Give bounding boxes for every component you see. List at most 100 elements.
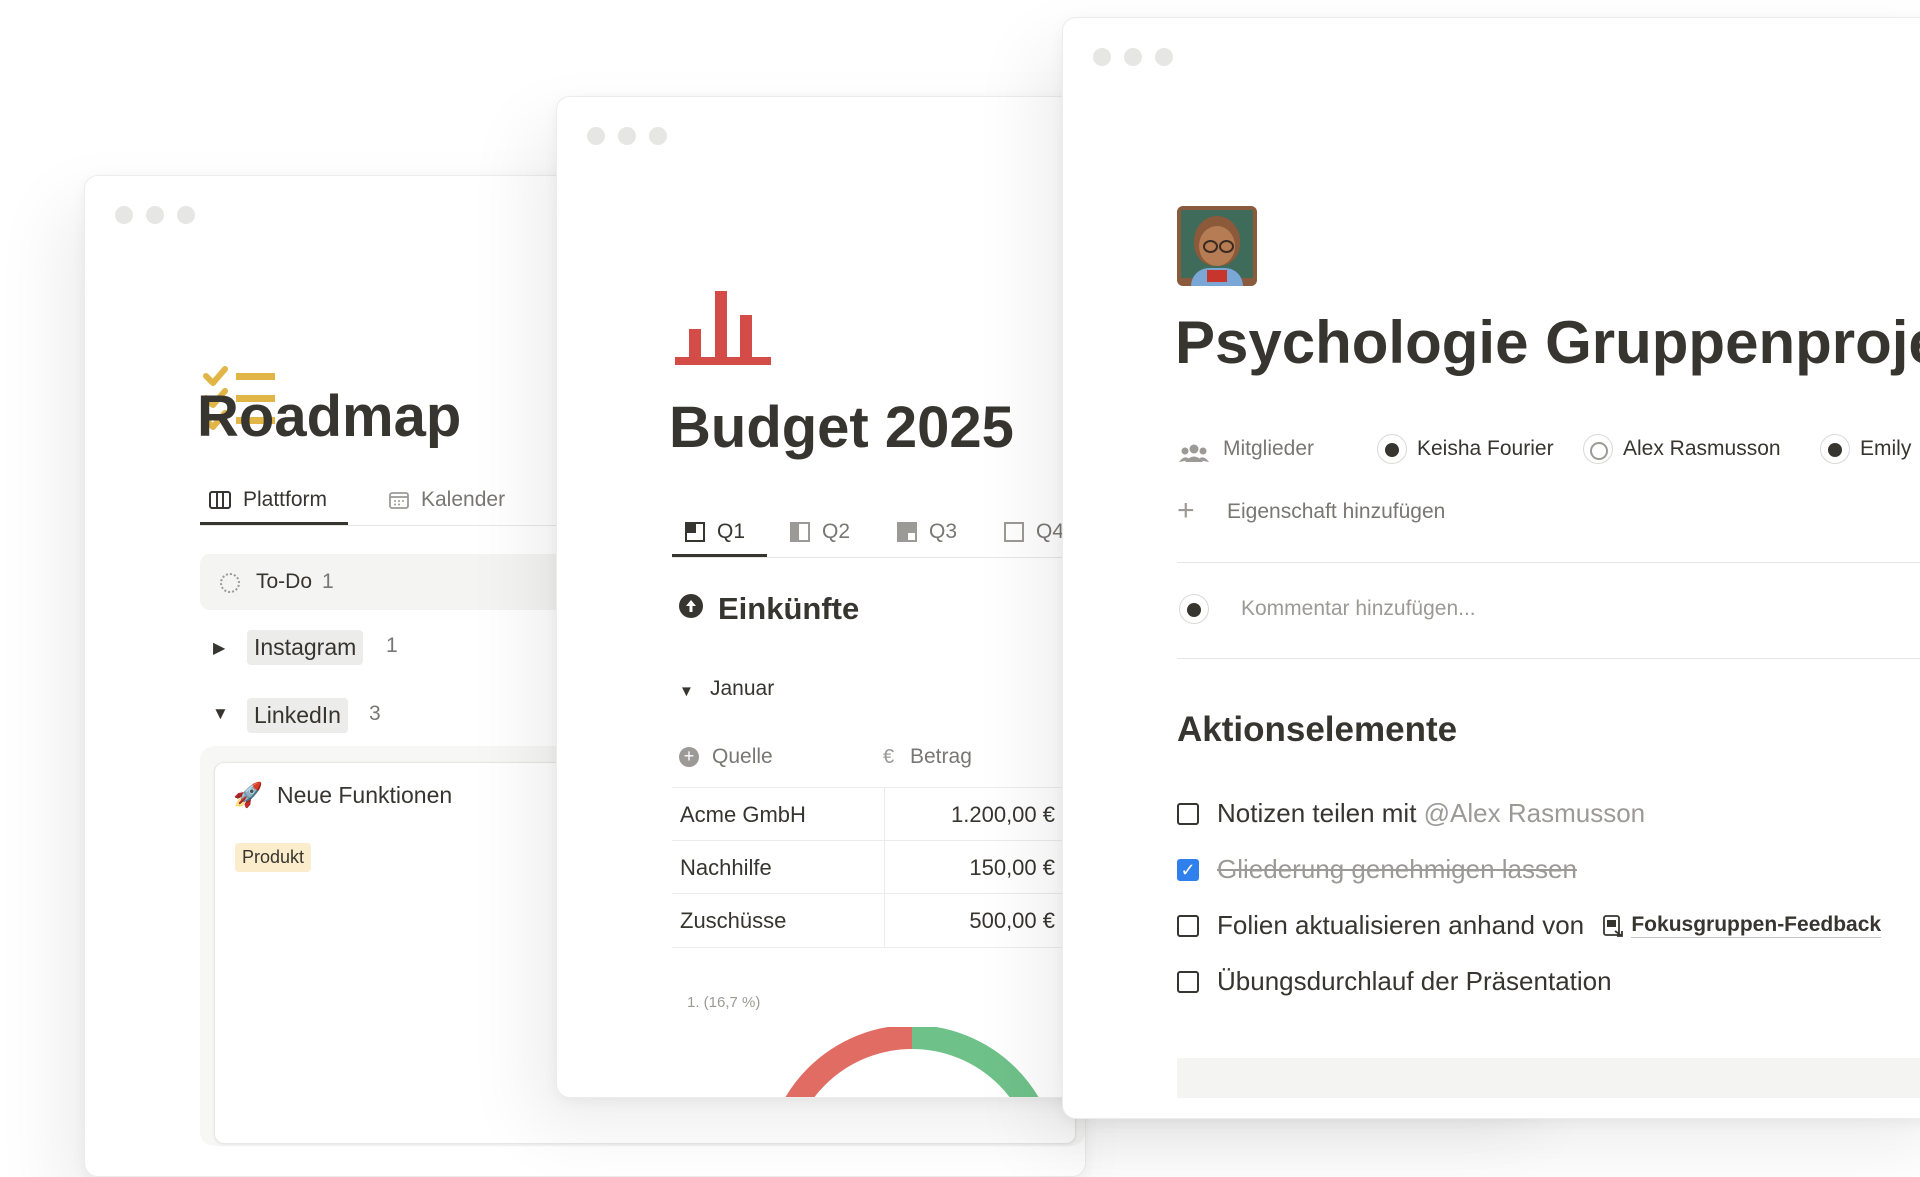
tab-q2[interactable]: Q2 [790,520,850,544]
section-heading: Aktionselemente [1177,710,1458,749]
close-dot[interactable] [115,206,133,224]
member-chip[interactable]: Keisha Fourier [1377,434,1554,464]
minimize-dot[interactable] [146,206,164,224]
member-name: Emily [1860,437,1912,460]
add-property-button[interactable]: Eigenschaft hinzufügen [1227,500,1445,524]
cell-amount: 1.200,00 € [951,802,1055,827]
todo-text: Folien aktualisieren anhand von [1217,910,1592,940]
book-shape [1207,270,1227,282]
maximize-dot[interactable] [177,206,195,224]
cell-divider [884,841,885,894]
section-title: Einkünfte [718,591,860,626]
close-dot[interactable] [587,127,605,145]
rocket-icon: 🚀 [233,782,263,809]
avatar [1820,434,1850,464]
comment-divider [1177,658,1920,659]
calendar-icon [389,492,409,509]
quarter-half-icon [790,522,810,542]
tab-kalender[interactable]: Kalender [389,488,505,512]
mention[interactable]: @Alex Rasmusson [1424,798,1645,828]
todo-item[interactable]: Notizen teilen mit @Alex Rasmusson [1217,798,1645,829]
comment-input[interactable]: Kommentar hinzufügen... [1241,597,1476,621]
donut-slice-red [785,1027,913,1097]
column-header-amount[interactable]: Betrag [910,745,972,769]
status-count: 1 [322,570,334,593]
group-count: 3 [369,702,381,725]
status-label: To-Do [256,570,313,593]
group-count: 1 [386,634,398,657]
plus-circle-icon: + [679,747,699,767]
avatar [1179,594,1209,624]
member-name: Keisha Fourier [1417,437,1554,460]
glasses-right [1219,240,1234,253]
member-chip[interactable]: Alex Rasmusson [1583,434,1781,464]
tab-label: Q3 [929,520,958,543]
group-instagram[interactable]: Instagram [247,630,364,665]
table-row[interactable]: Acme GmbH 1.200,00 € [672,787,1067,841]
tab-label: Q4 [1036,520,1065,543]
window-controls [115,206,195,224]
cell-source: Nachhilfe [680,855,772,880]
close-dot[interactable] [1093,48,1111,66]
minimize-dot[interactable] [1124,48,1142,66]
glasses-left [1203,240,1218,253]
property-label-members[interactable]: Mitglieder [1223,437,1314,461]
tab-q4[interactable]: Q4 [1004,520,1064,544]
cell-source: Acme GmbH [680,802,806,827]
group-linkedin[interactable]: LinkedIn [247,698,348,733]
bar-chart-icon [675,291,771,365]
arrow-up-circle-icon [679,594,703,618]
maximize-dot[interactable] [649,127,667,145]
people-icon [1179,444,1209,462]
tab-label: Q1 [717,520,746,543]
todo-checkbox[interactable] [1177,803,1199,825]
collapsed-arrow-icon[interactable]: ▶ [213,638,225,658]
page-title: Budget 2025 [669,395,1014,460]
todo-text: Übungsdurchlauf der Präsentation [1217,966,1612,996]
page-title: Roadmap [197,384,462,449]
quarter-three-icon [897,522,917,542]
table-row[interactable]: Zuschüsse 500,00 € [672,893,1067,948]
cell-divider [884,894,885,947]
plus-icon[interactable]: + [1177,496,1195,526]
cell-source: Zuschüsse [680,908,787,933]
maximize-dot[interactable] [1155,48,1173,66]
donut-chart [785,1027,1039,1097]
avatar [1583,434,1613,464]
donut-slice-green [911,1027,1039,1097]
next-block [1177,1058,1920,1098]
todo-checkbox[interactable] [1177,971,1199,993]
todo-item-done[interactable]: Gliederung genehmigen lassen [1217,854,1577,885]
cell-amount: 150,00 € [969,855,1055,880]
column-header-source[interactable]: Quelle [712,745,773,769]
document-link-icon [1603,914,1624,937]
group-label: Januar [710,677,775,700]
expanded-arrow-icon[interactable]: ▼ [212,704,229,724]
board-icon [209,491,231,509]
member-name: Alex Rasmusson [1623,437,1781,460]
tab-plattform[interactable]: Plattform [209,488,327,512]
window-controls [587,127,667,145]
member-chip[interactable]: Emily [1820,434,1911,464]
cell-amount: 500,00 € [969,908,1055,933]
page-link[interactable]: Fokusgruppen-Feedback [1631,913,1882,938]
project-window: Psychologie Gruppenprojekt Mitglieder Ke… [1062,17,1920,1119]
tab-label: Kalender [421,488,506,511]
table-row[interactable]: Nachhilfe 150,00 € [672,840,1067,894]
card-tag: Produkt [235,843,312,872]
todo-checkbox-checked[interactable]: ✓ [1177,859,1199,881]
minimize-dot[interactable] [618,127,636,145]
properties-divider [1177,562,1920,563]
euro-icon: € [883,746,895,768]
todo-item[interactable]: Übungsdurchlauf der Präsentation [1217,966,1612,997]
todo-item[interactable]: Folien aktualisieren anhand von Fokusgru… [1217,910,1882,941]
expanded-arrow-icon[interactable]: ▼ [679,683,694,700]
tab-label: Plattform [243,488,328,511]
todo-text: Gliederung genehmigen lassen [1217,854,1577,884]
status-circle-icon [220,573,240,593]
tab-q3[interactable]: Q3 [897,520,957,544]
todo-checkbox[interactable] [1177,915,1199,937]
commenter-avatar [1179,594,1209,624]
tab-q1[interactable]: Q1 [685,520,745,544]
card-title: Neue Funktionen [277,782,453,808]
